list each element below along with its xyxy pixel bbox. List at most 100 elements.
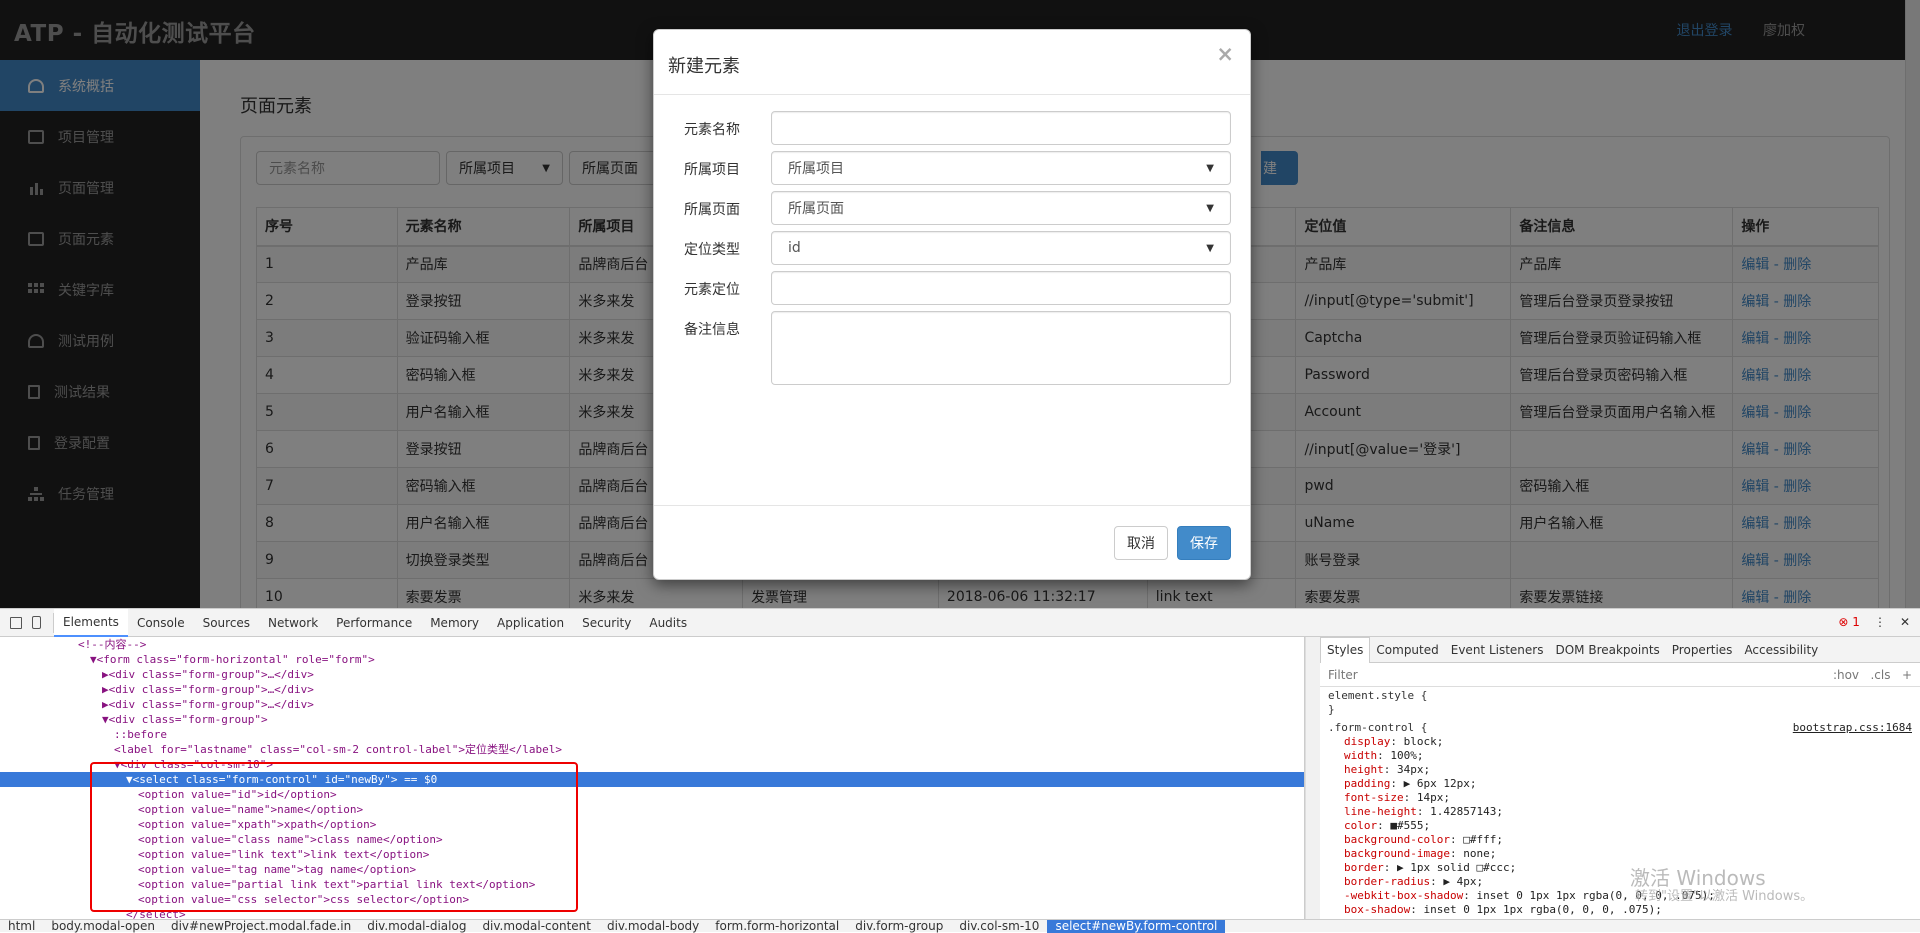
cls-toggle[interactable]: .cls	[1870, 668, 1890, 682]
devtools-tab[interactable]: Network	[259, 609, 327, 637]
css-property: background-color	[1344, 833, 1450, 846]
devtools-tab[interactable]: Application	[488, 609, 573, 637]
form-control-value: id	[788, 240, 801, 256]
css-property: border	[1344, 861, 1384, 874]
styles-filter-tools: :hov .cls +	[1833, 668, 1912, 682]
css-property: border-radius	[1344, 875, 1431, 888]
devtools-tab[interactable]: Elements	[54, 608, 128, 637]
css-property: width	[1344, 749, 1378, 762]
styles-subtab[interactable]: Properties	[1666, 637, 1739, 663]
dom-node-line[interactable]: <label for="lastname" class="col-sm-2 co…	[0, 742, 1304, 757]
dom-node-line[interactable]: ▶<div class="form-group">…</div>	[0, 697, 1304, 712]
breadcrumb-item[interactable]: form.form-horizontal	[707, 920, 847, 933]
devtools-tab[interactable]: Performance	[327, 609, 421, 637]
caret-down-icon: ▼	[1206, 162, 1214, 174]
styles-filter-input[interactable]: Filter	[1328, 668, 1358, 682]
modal-body: 元素名称 所属项目 所属项目 ▼ 所属页面 所属页面 ▼ 定位类型 id ▼ 元素定位 备注信息	[654, 95, 1250, 505]
app-window: ATP - 自动化测试平台 退出登录 廖加权 系统概括项目管理页面管理页面元素关…	[0, 0, 1920, 608]
breadcrumb-item[interactable]: div.form-group	[847, 920, 951, 933]
form-label: 元素名称	[684, 122, 740, 138]
devtools-tab-list: Elements Console Sources Network Performance…	[54, 608, 696, 637]
form-select[interactable]: id ▼	[771, 231, 1231, 265]
css-declaration[interactable]: width: 100%;	[1328, 749, 1912, 763]
css-value: none;	[1463, 847, 1497, 860]
styles-subtab[interactable]: Event Listeners	[1445, 637, 1550, 663]
css-declaration[interactable]: height: 34px;	[1328, 763, 1912, 777]
cancel-button[interactable]: 取消	[1114, 526, 1168, 560]
form-label: 备注信息	[684, 322, 740, 338]
windows-activation-hint: 转到"设置"以激活 Windows。	[1635, 889, 1814, 904]
modal-header: 新建元素 ×	[654, 30, 1250, 95]
inspect-icon[interactable]	[10, 616, 22, 629]
devtools-tab[interactable]: Sources	[194, 609, 259, 637]
breadcrumb-item[interactable]: div.modal-dialog	[359, 920, 474, 933]
styles-subtab[interactable]: Styles	[1320, 636, 1371, 663]
css-value: inset 0 1px 1px rgba(0, 0, 0, .075);	[1423, 903, 1662, 916]
breadcrumb-item[interactable]: body.modal-open	[43, 920, 163, 933]
dom-node-line[interactable]: <!--内容-->	[0, 637, 1304, 652]
css-property: background-image	[1344, 847, 1450, 860]
styles-subtab[interactable]: Accessibility	[1738, 637, 1824, 663]
form-control-rule: .form-control {bootstrap.css:1684 displa…	[1320, 719, 1920, 919]
dom-node-line[interactable]: ▶<div class="form-group">…</div>	[0, 667, 1304, 682]
css-declaration[interactable]: -webkit-box-shadow: inset 0 1px 1px rgba…	[1328, 889, 1912, 903]
caret-down-icon: ▼	[1206, 242, 1214, 254]
breadcrumb-item[interactable]: div.modal-content	[474, 920, 599, 933]
form-row: 定位类型 id ▼	[654, 231, 1252, 265]
form-select[interactable]: 所属页面 ▼	[771, 191, 1231, 225]
annotation-highlight-box	[90, 762, 578, 912]
form-row: 元素名称	[654, 111, 1252, 145]
dom-breadcrumb: html body.modal-open div#newProject.modal.…	[0, 919, 1920, 933]
css-declaration[interactable]: border-radius: ▶ 4px;	[1328, 875, 1912, 889]
dom-node-line[interactable]: ▼<form class="form-horizontal" role="for…	[0, 652, 1304, 667]
devtools-tab[interactable]: Console	[128, 609, 194, 637]
save-button[interactable]: 保存	[1177, 526, 1231, 560]
more-options-icon[interactable]: ⋮	[1874, 615, 1886, 629]
rule-source-link[interactable]: bootstrap.css:1684	[1793, 721, 1912, 735]
remark-textarea[interactable]	[771, 311, 1231, 385]
dom-scrollbar[interactable]	[1305, 637, 1320, 919]
breadcrumb-item[interactable]: div.modal-body	[599, 920, 707, 933]
css-value: 100%;	[1390, 749, 1424, 762]
css-declaration[interactable]: padding: ▶ 6px 12px;	[1328, 777, 1912, 791]
css-declaration[interactable]: border: ▶ 1px solid □#ccc;	[1328, 861, 1912, 875]
form-input[interactable]	[771, 111, 1231, 145]
form-label: 元素定位	[684, 282, 740, 298]
dom-node-line[interactable]: ::before	[0, 727, 1304, 742]
css-value: ▶ 1px solid □#ccc;	[1397, 861, 1517, 874]
device-toggle-icon[interactable]	[32, 616, 41, 629]
new-element-modal: 新建元素 × 元素名称 所属项目 所属项目 ▼ 所属页面 所属页面 ▼ 定位类型 id ▼ 元素定位…	[653, 29, 1251, 580]
styles-subtab[interactable]: Computed	[1370, 637, 1444, 663]
hov-toggle[interactable]: :hov	[1833, 668, 1859, 682]
breadcrumb-item[interactable]: div#newProject.modal.fade.in	[163, 920, 359, 933]
close-icon[interactable]: ×	[1216, 42, 1234, 66]
dom-node-line[interactable]: ▼<div class="form-group">	[0, 712, 1304, 727]
error-count-badge[interactable]: ⊗ 1	[1838, 615, 1860, 629]
add-rule-icon[interactable]: +	[1902, 668, 1912, 682]
breadcrumb-item[interactable]: select#newBy.form-control	[1047, 920, 1226, 933]
breadcrumb-item[interactable]: html	[0, 920, 43, 933]
close-devtools-icon[interactable]: ✕	[1900, 615, 1910, 629]
css-declaration[interactable]: box-shadow: inset 0 1px 1px rgba(0, 0, 0…	[1328, 903, 1912, 917]
styles-subtab[interactable]: DOM Breakpoints	[1549, 637, 1665, 663]
css-value: □#fff;	[1463, 833, 1503, 846]
devtools-tab[interactable]: Memory	[421, 609, 488, 637]
dom-node-line[interactable]: ▶<div class="form-group">…</div>	[0, 682, 1304, 697]
devtools-tab[interactable]: Audits	[640, 609, 696, 637]
css-property: box-shadow	[1344, 903, 1411, 916]
element-style-selector: element.style {	[1328, 689, 1428, 702]
devtools-tab[interactable]: Security	[573, 609, 640, 637]
css-declaration[interactable]: display: block;	[1328, 735, 1912, 749]
css-declaration[interactable]: background-image: none;	[1328, 847, 1912, 861]
css-declaration[interactable]: line-height: 1.42857143;	[1328, 805, 1912, 819]
css-declaration[interactable]: font-size: 14px;	[1328, 791, 1912, 805]
form-label: 所属页面	[684, 202, 740, 218]
css-declaration[interactable]: background-color: □#fff;	[1328, 833, 1912, 847]
form-input[interactable]	[771, 271, 1231, 305]
css-declaration[interactable]: color: ■#555;	[1328, 819, 1912, 833]
css-value: ■#555;	[1390, 819, 1431, 832]
breadcrumb-item[interactable]: div.col-sm-10	[951, 920, 1047, 933]
css-value: block;	[1403, 735, 1444, 748]
modal-title: 新建元素	[668, 56, 740, 77]
form-select[interactable]: 所属项目 ▼	[771, 151, 1231, 185]
